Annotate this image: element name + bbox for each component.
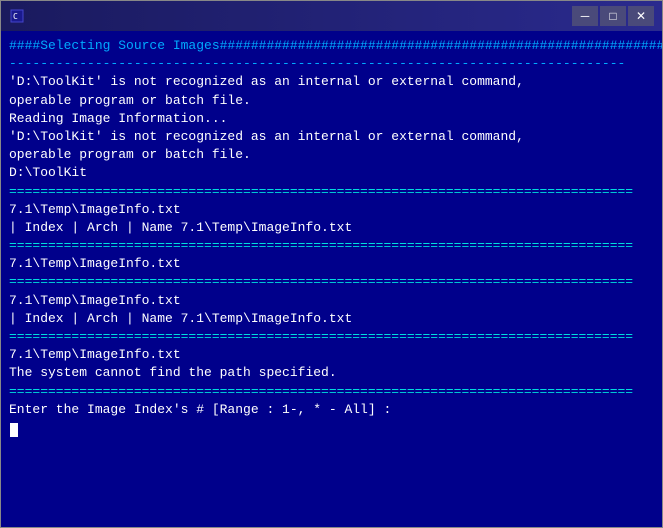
console-line: The system cannot find the path specifie… <box>9 364 654 382</box>
window-controls: ─ □ ✕ <box>572 6 654 26</box>
maximize-button[interactable]: □ <box>600 6 626 26</box>
console-line: 7.1\Temp\ImageInfo.txt <box>9 346 654 364</box>
console-line: 7.1\Temp\ImageInfo.txt <box>9 255 654 273</box>
console-output: ####Selecting Source Images#############… <box>1 31 662 527</box>
console-line: 7.1\Temp\ImageInfo.txt <box>9 292 654 310</box>
cursor-blink <box>10 423 18 437</box>
console-line: 'D:\ToolKit' is not recognized as an int… <box>9 73 654 91</box>
console-line: 7.1\Temp\ImageInfo.txt <box>9 201 654 219</box>
minimize-button[interactable]: ─ <box>572 6 598 26</box>
close-button[interactable]: ✕ <box>628 6 654 26</box>
svg-text:C: C <box>13 12 18 21</box>
main-window: C ─ □ ✕ ####Selecting Source Images#####… <box>0 0 663 528</box>
console-line: ----------------------------------------… <box>9 55 654 73</box>
console-line: ========================================… <box>9 328 654 346</box>
console-line: ========================================… <box>9 237 654 255</box>
console-line: ####Selecting Source Images#############… <box>9 37 654 55</box>
console-line: | Index | Arch | Name 7.1\Temp\ImageInfo… <box>9 219 654 237</box>
console-line: D:\ToolKit <box>9 164 654 182</box>
console-line: ========================================… <box>9 383 654 401</box>
title-bar: C ─ □ ✕ <box>1 1 662 31</box>
app-icon: C <box>9 8 25 24</box>
console-line: | Index | Arch | Name 7.1\Temp\ImageInfo… <box>9 310 654 328</box>
console-line: operable program or batch file. <box>9 146 654 164</box>
console-line: operable program or batch file. <box>9 92 654 110</box>
console-line: ========================================… <box>9 273 654 291</box>
console-line: 'D:\ToolKit' is not recognized as an int… <box>9 128 654 146</box>
console-line: Reading Image Information... <box>9 110 654 128</box>
console-line: ========================================… <box>9 183 654 201</box>
console-line: Enter the Image Index's # [Range : 1-, *… <box>9 401 654 419</box>
